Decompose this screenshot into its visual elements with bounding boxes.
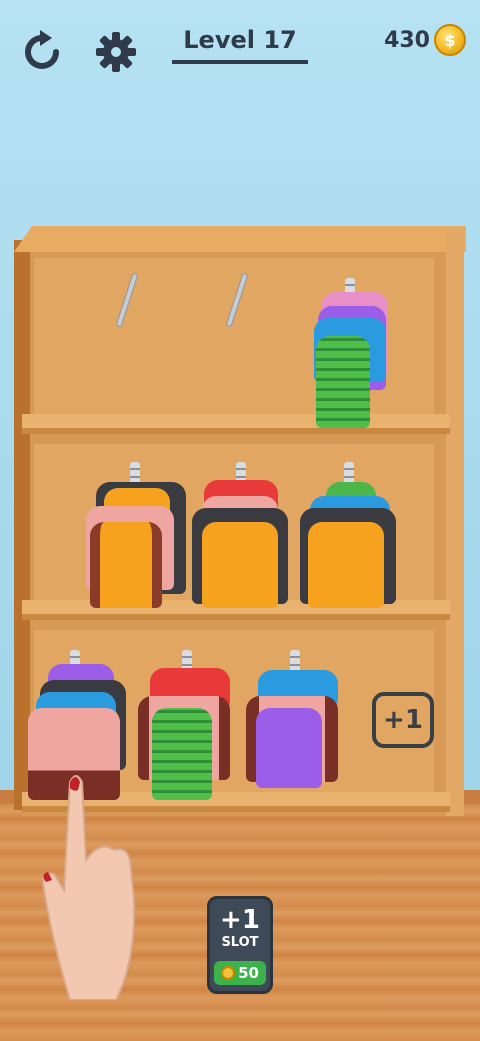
shelf-right-side — [446, 232, 464, 816]
purple-top — [256, 708, 322, 788]
green-striped-sweater — [316, 336, 370, 428]
shelf-top — [14, 226, 466, 252]
add-slot-button[interactable]: +1 SLOT 50 — [207, 896, 273, 994]
clothes-stack[interactable] — [86, 462, 186, 608]
add-slot-cost: 50 — [214, 961, 266, 985]
clothes-stack[interactable] — [192, 462, 288, 608]
coin-counter: 430 $ — [384, 24, 466, 56]
add-slot-cost-value: 50 — [238, 964, 259, 982]
add-slot-label: SLOT — [221, 935, 259, 950]
clothes-stack[interactable] — [138, 650, 234, 800]
add-slot-plus: +1 — [220, 905, 260, 935]
orange-hoodie — [90, 522, 162, 608]
tutorial-hand-icon — [42, 775, 136, 1000]
coin-icon — [221, 966, 236, 980]
clothes-stack[interactable] — [246, 650, 342, 800]
clothes-stack[interactable] — [308, 278, 392, 428]
green-striped-sweater — [152, 708, 212, 800]
level-title: Level 17 — [172, 26, 308, 64]
orange-hoodie — [202, 522, 278, 608]
orange-hoodie — [308, 522, 384, 608]
gear-icon[interactable] — [94, 30, 138, 74]
clothes-stack[interactable] — [300, 462, 396, 608]
coin-icon: $ — [434, 24, 466, 56]
restart-icon[interactable] — [20, 30, 64, 74]
coin-count: 430 — [384, 27, 430, 53]
locked-slot[interactable]: +1 — [372, 692, 434, 748]
